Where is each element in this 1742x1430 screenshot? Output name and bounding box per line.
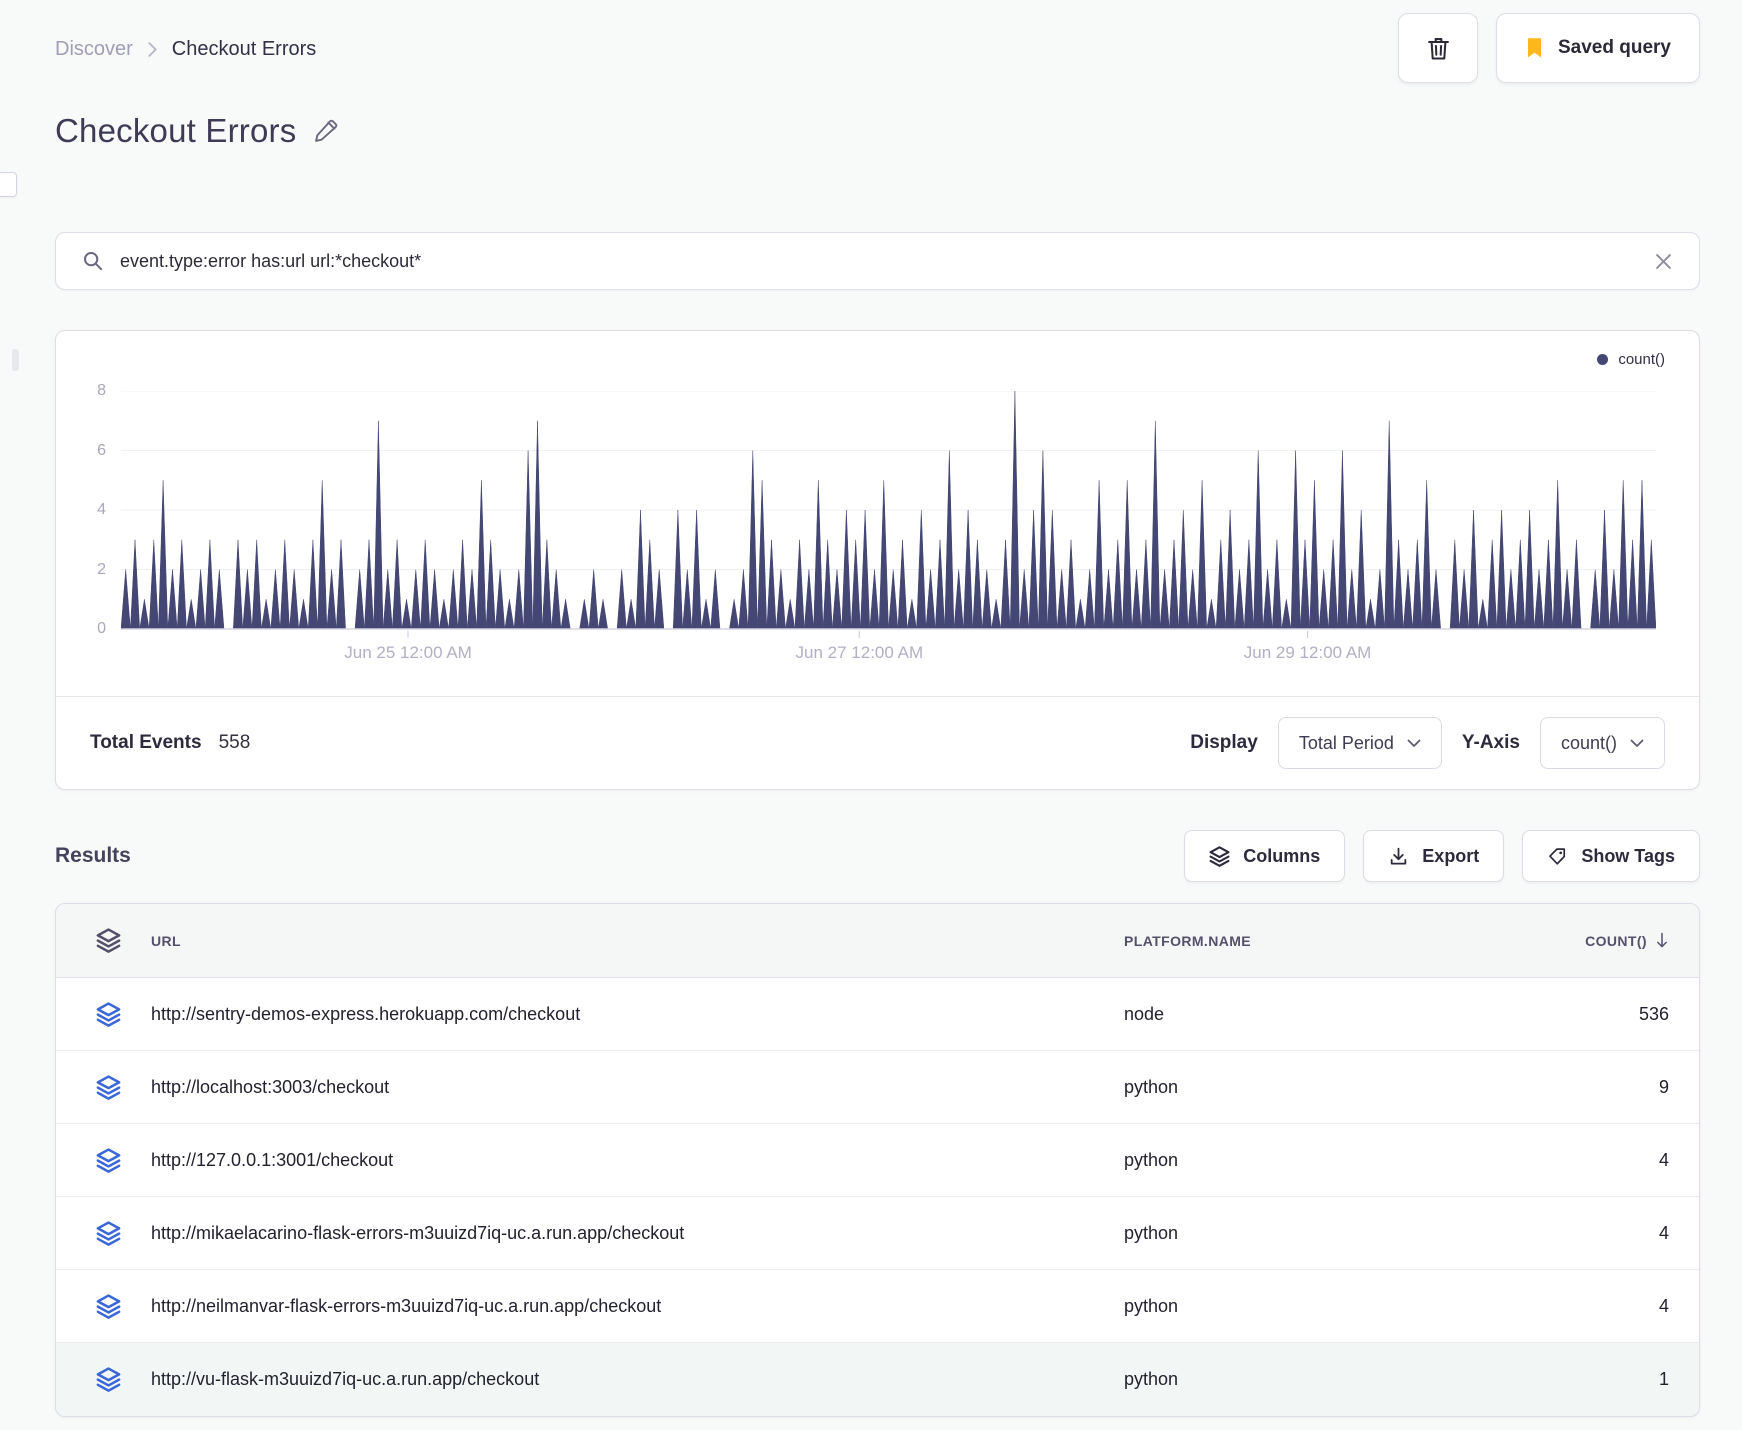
search-bar[interactable] (55, 232, 1700, 290)
row-count: 536 (1638, 1003, 1669, 1024)
search-input[interactable] (120, 250, 1638, 272)
stack-icon[interactable] (96, 1294, 121, 1319)
top-actions: Saved query (1398, 13, 1700, 83)
edit-title-icon[interactable] (312, 118, 339, 145)
chevron-right-icon (148, 41, 157, 57)
row-count: 4 (1658, 1222, 1669, 1243)
row-platform: python (1124, 1295, 1179, 1316)
row-platform: python (1124, 1149, 1179, 1170)
columns-stack-icon (1209, 846, 1230, 867)
columns-button[interactable]: Columns (1184, 830, 1346, 882)
row-url[interactable]: http://neilmanvar-flask-errors-m3uuizd7i… (151, 1296, 1124, 1317)
column-header-count[interactable]: COUNT() (1585, 931, 1669, 950)
x-axis-tick-label: Jun 29 12:00 AM (1243, 643, 1372, 662)
breadcrumb-current: Checkout Errors (171, 37, 317, 60)
row-url[interactable]: http://localhost:3003/checkout (151, 1077, 1124, 1098)
table-row[interactable]: http://mikaelacarino-flask-errors-m3uuiz… (56, 1197, 1699, 1270)
export-button[interactable]: Export (1363, 830, 1505, 882)
row-url[interactable]: http://mikaelacarino-flask-errors-m3uuiz… (151, 1223, 1124, 1244)
y-axis-tick-label: 0 (97, 620, 106, 637)
y-axis-tick-label: 8 (97, 382, 106, 399)
table-row[interactable]: http://vu-flask-m3uuizd7iq-uc.a.run.app/… (56, 1343, 1699, 1416)
results-heading: Results (55, 844, 131, 867)
show-tags-label: Show Tags (1581, 845, 1675, 866)
clear-search-icon[interactable] (1654, 252, 1673, 271)
display-dropdown[interactable]: Total Period (1277, 717, 1442, 769)
table-row[interactable]: http://sentry-demos-express.herokuapp.co… (56, 978, 1699, 1051)
stack-icon[interactable] (96, 928, 121, 953)
total-events-label: Total Events (90, 732, 202, 753)
saved-query-label: Saved query (1558, 37, 1671, 58)
show-tags-button[interactable]: Show Tags (1522, 830, 1700, 882)
sort-desc-icon (1657, 932, 1667, 948)
display-label: Display (1190, 732, 1258, 753)
table-row[interactable]: http://127.0.0.1:3001/checkout python 4 (56, 1124, 1699, 1197)
display-value: Total Period (1298, 732, 1394, 753)
stack-icon[interactable] (96, 1075, 121, 1100)
search-icon (83, 251, 103, 271)
stack-icon[interactable] (96, 1002, 121, 1027)
trash-icon (1427, 37, 1449, 60)
panel-drag-handle[interactable] (12, 349, 19, 371)
chevron-down-icon (1407, 739, 1421, 747)
row-count: 1 (1658, 1369, 1669, 1389)
delete-query-button[interactable] (1398, 13, 1478, 83)
title-row: Checkout Errors (55, 112, 339, 150)
tag-icon (1549, 847, 1566, 865)
y-axis-label: Y-Axis (1461, 732, 1520, 753)
row-count: 9 (1658, 1076, 1669, 1097)
stack-icon[interactable] (96, 1221, 121, 1246)
chevron-down-icon (1630, 739, 1644, 747)
row-platform: python (1124, 1076, 1179, 1097)
y-axis: 0 2 4 6 8 (56, 331, 106, 789)
stack-icon[interactable] (96, 1148, 121, 1173)
y-axis-tick-label: 6 (97, 441, 106, 459)
row-url[interactable]: http://127.0.0.1:3001/checkout (151, 1150, 1124, 1171)
column-header-url[interactable]: URL (151, 933, 1124, 949)
table-body: http://sentry-demos-express.herokuapp.co… (56, 978, 1699, 1416)
y-axis-dropdown[interactable]: count() (1539, 717, 1665, 769)
row-url[interactable]: http://sentry-demos-express.herokuapp.co… (151, 1004, 1124, 1025)
x-axis-tick-label: Jun 25 12:00 AM (344, 643, 472, 662)
breadcrumb: Discover Checkout Errors (55, 30, 316, 68)
row-platform: node (1124, 1003, 1165, 1024)
column-header-platform[interactable]: PLATFORM.NAME (1124, 933, 1484, 949)
page-title: Checkout Errors (55, 112, 297, 149)
breadcrumb-discover[interactable]: Discover (55, 38, 133, 61)
sidebar-toggle-handle[interactable] (0, 172, 17, 197)
results-table: URL PLATFORM.NAME COUNT() http://sentry-… (55, 903, 1700, 1417)
legend-dot-icon (1597, 354, 1609, 365)
download-icon (1391, 847, 1407, 865)
x-axis-tick-label: Jun 27 12:00 AM (795, 643, 924, 662)
total-events-value: 558 (218, 732, 251, 753)
row-count: 4 (1658, 1295, 1669, 1316)
legend-label: count() (1618, 351, 1665, 368)
table-row[interactable]: http://neilmanvar-flask-errors-m3uuizd7i… (56, 1270, 1699, 1343)
chart-footer: Total Events 558 Display Total Period Y-… (90, 697, 1665, 789)
table-header-row: URL PLATFORM.NAME COUNT() (56, 904, 1699, 978)
export-label: Export (1422, 845, 1480, 866)
chart-legend[interactable]: count() (1597, 351, 1665, 368)
count-header-label: COUNT() (1585, 932, 1647, 949)
results-row: Results Columns Export Show Tags (55, 828, 1700, 884)
row-url[interactable]: http://vu-flask-m3uuizd7iq-uc.a.run.app/… (151, 1369, 1124, 1390)
y-axis-value: count() (1560, 732, 1617, 753)
bookmark-icon (1527, 38, 1542, 58)
columns-label: Columns (1243, 845, 1321, 866)
events-chart-card: count() Jun 25 12:00 AM Jun 27 12:00 AM Ju… (55, 330, 1700, 790)
y-axis-tick-label: 4 (97, 501, 106, 518)
row-platform: python (1124, 1369, 1179, 1389)
row-count: 4 (1658, 1149, 1669, 1170)
y-axis-tick-label: 2 (97, 560, 106, 578)
row-platform: python (1124, 1222, 1179, 1243)
events-chart (121, 391, 1656, 639)
table-row[interactable]: http://localhost:3003/checkout python 9 (56, 1051, 1699, 1124)
stack-icon[interactable] (96, 1367, 121, 1392)
saved-query-button[interactable]: Saved query (1496, 13, 1700, 83)
